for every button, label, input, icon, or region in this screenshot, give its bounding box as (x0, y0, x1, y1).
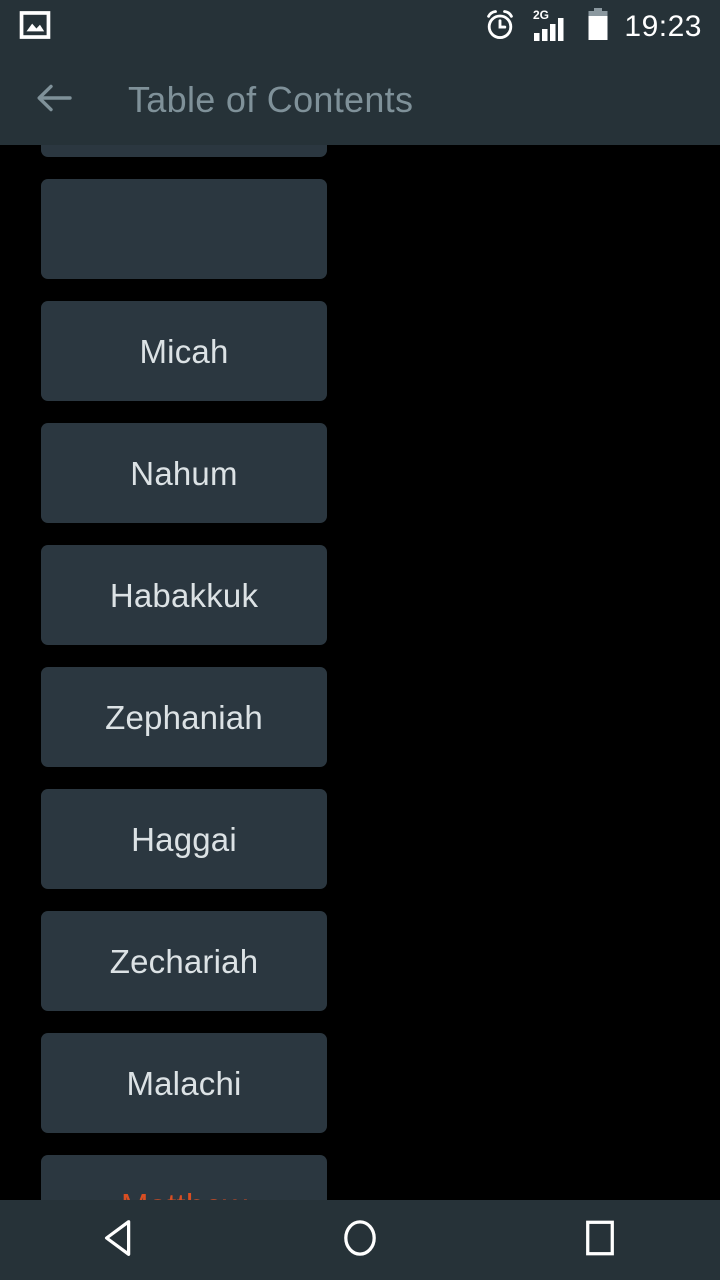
nav-home-button[interactable] (300, 1200, 420, 1280)
svg-text:2G: 2G (533, 8, 549, 22)
status-bar-indicators: 2G 19:23 (482, 7, 702, 48)
nav-back-triangle-icon (97, 1215, 143, 1266)
nav-back-button[interactable] (60, 1200, 180, 1280)
signal-bars-icon: 2G (532, 7, 572, 48)
book-button[interactable] (41, 179, 327, 279)
book-button-label: Malachi (126, 1064, 242, 1102)
book-button-label: Haggai (131, 820, 237, 858)
book-button[interactable]: Micah (41, 301, 327, 401)
book-button-label: Micah (139, 332, 229, 370)
book-button[interactable]: Malachi (41, 1033, 327, 1133)
book-button-label: Zephaniah (105, 698, 263, 736)
battery-icon (586, 7, 610, 48)
status-bar-notifications (18, 8, 52, 47)
book-button[interactable]: Matthew (41, 1155, 327, 1200)
book-button[interactable]: Zephaniah (41, 667, 327, 767)
nav-recents-square-icon (577, 1215, 623, 1266)
book-button-label: Habakkuk (109, 576, 259, 614)
book-grid: Micah Nahum Habakkuk Zephaniah Haggai Zechari… (0, 145, 720, 1200)
book-button-label: Nahum (130, 454, 238, 492)
book-button[interactable]: Zechariah (41, 911, 327, 1011)
book-button[interactable]: Haggai (41, 789, 327, 889)
alarm-clock-icon (482, 7, 518, 48)
photo-icon (18, 8, 52, 47)
nav-home-circle-icon (337, 1215, 383, 1266)
nav-recents-button[interactable] (540, 1200, 660, 1280)
book-button-label: Matthew (121, 1189, 247, 1201)
status-bar-clock: 19:23 (624, 9, 702, 43)
page-title: Table of Contents (128, 79, 414, 120)
book-button[interactable]: Nahum (41, 423, 327, 523)
back-arrow-icon (30, 74, 78, 127)
status-bar: 2G 19:23 (0, 0, 720, 55)
book-button-label: Zechariah (109, 942, 259, 980)
book-button[interactable] (41, 145, 327, 157)
back-button[interactable] (26, 72, 82, 128)
app-bar: Table of Contents (0, 55, 720, 145)
book-button[interactable]: Habakkuk (41, 545, 327, 645)
table-of-contents-scroll-area[interactable]: Micah Nahum Habakkuk Zephaniah Haggai Zechari… (0, 145, 720, 1200)
android-navigation-bar (0, 1200, 720, 1280)
